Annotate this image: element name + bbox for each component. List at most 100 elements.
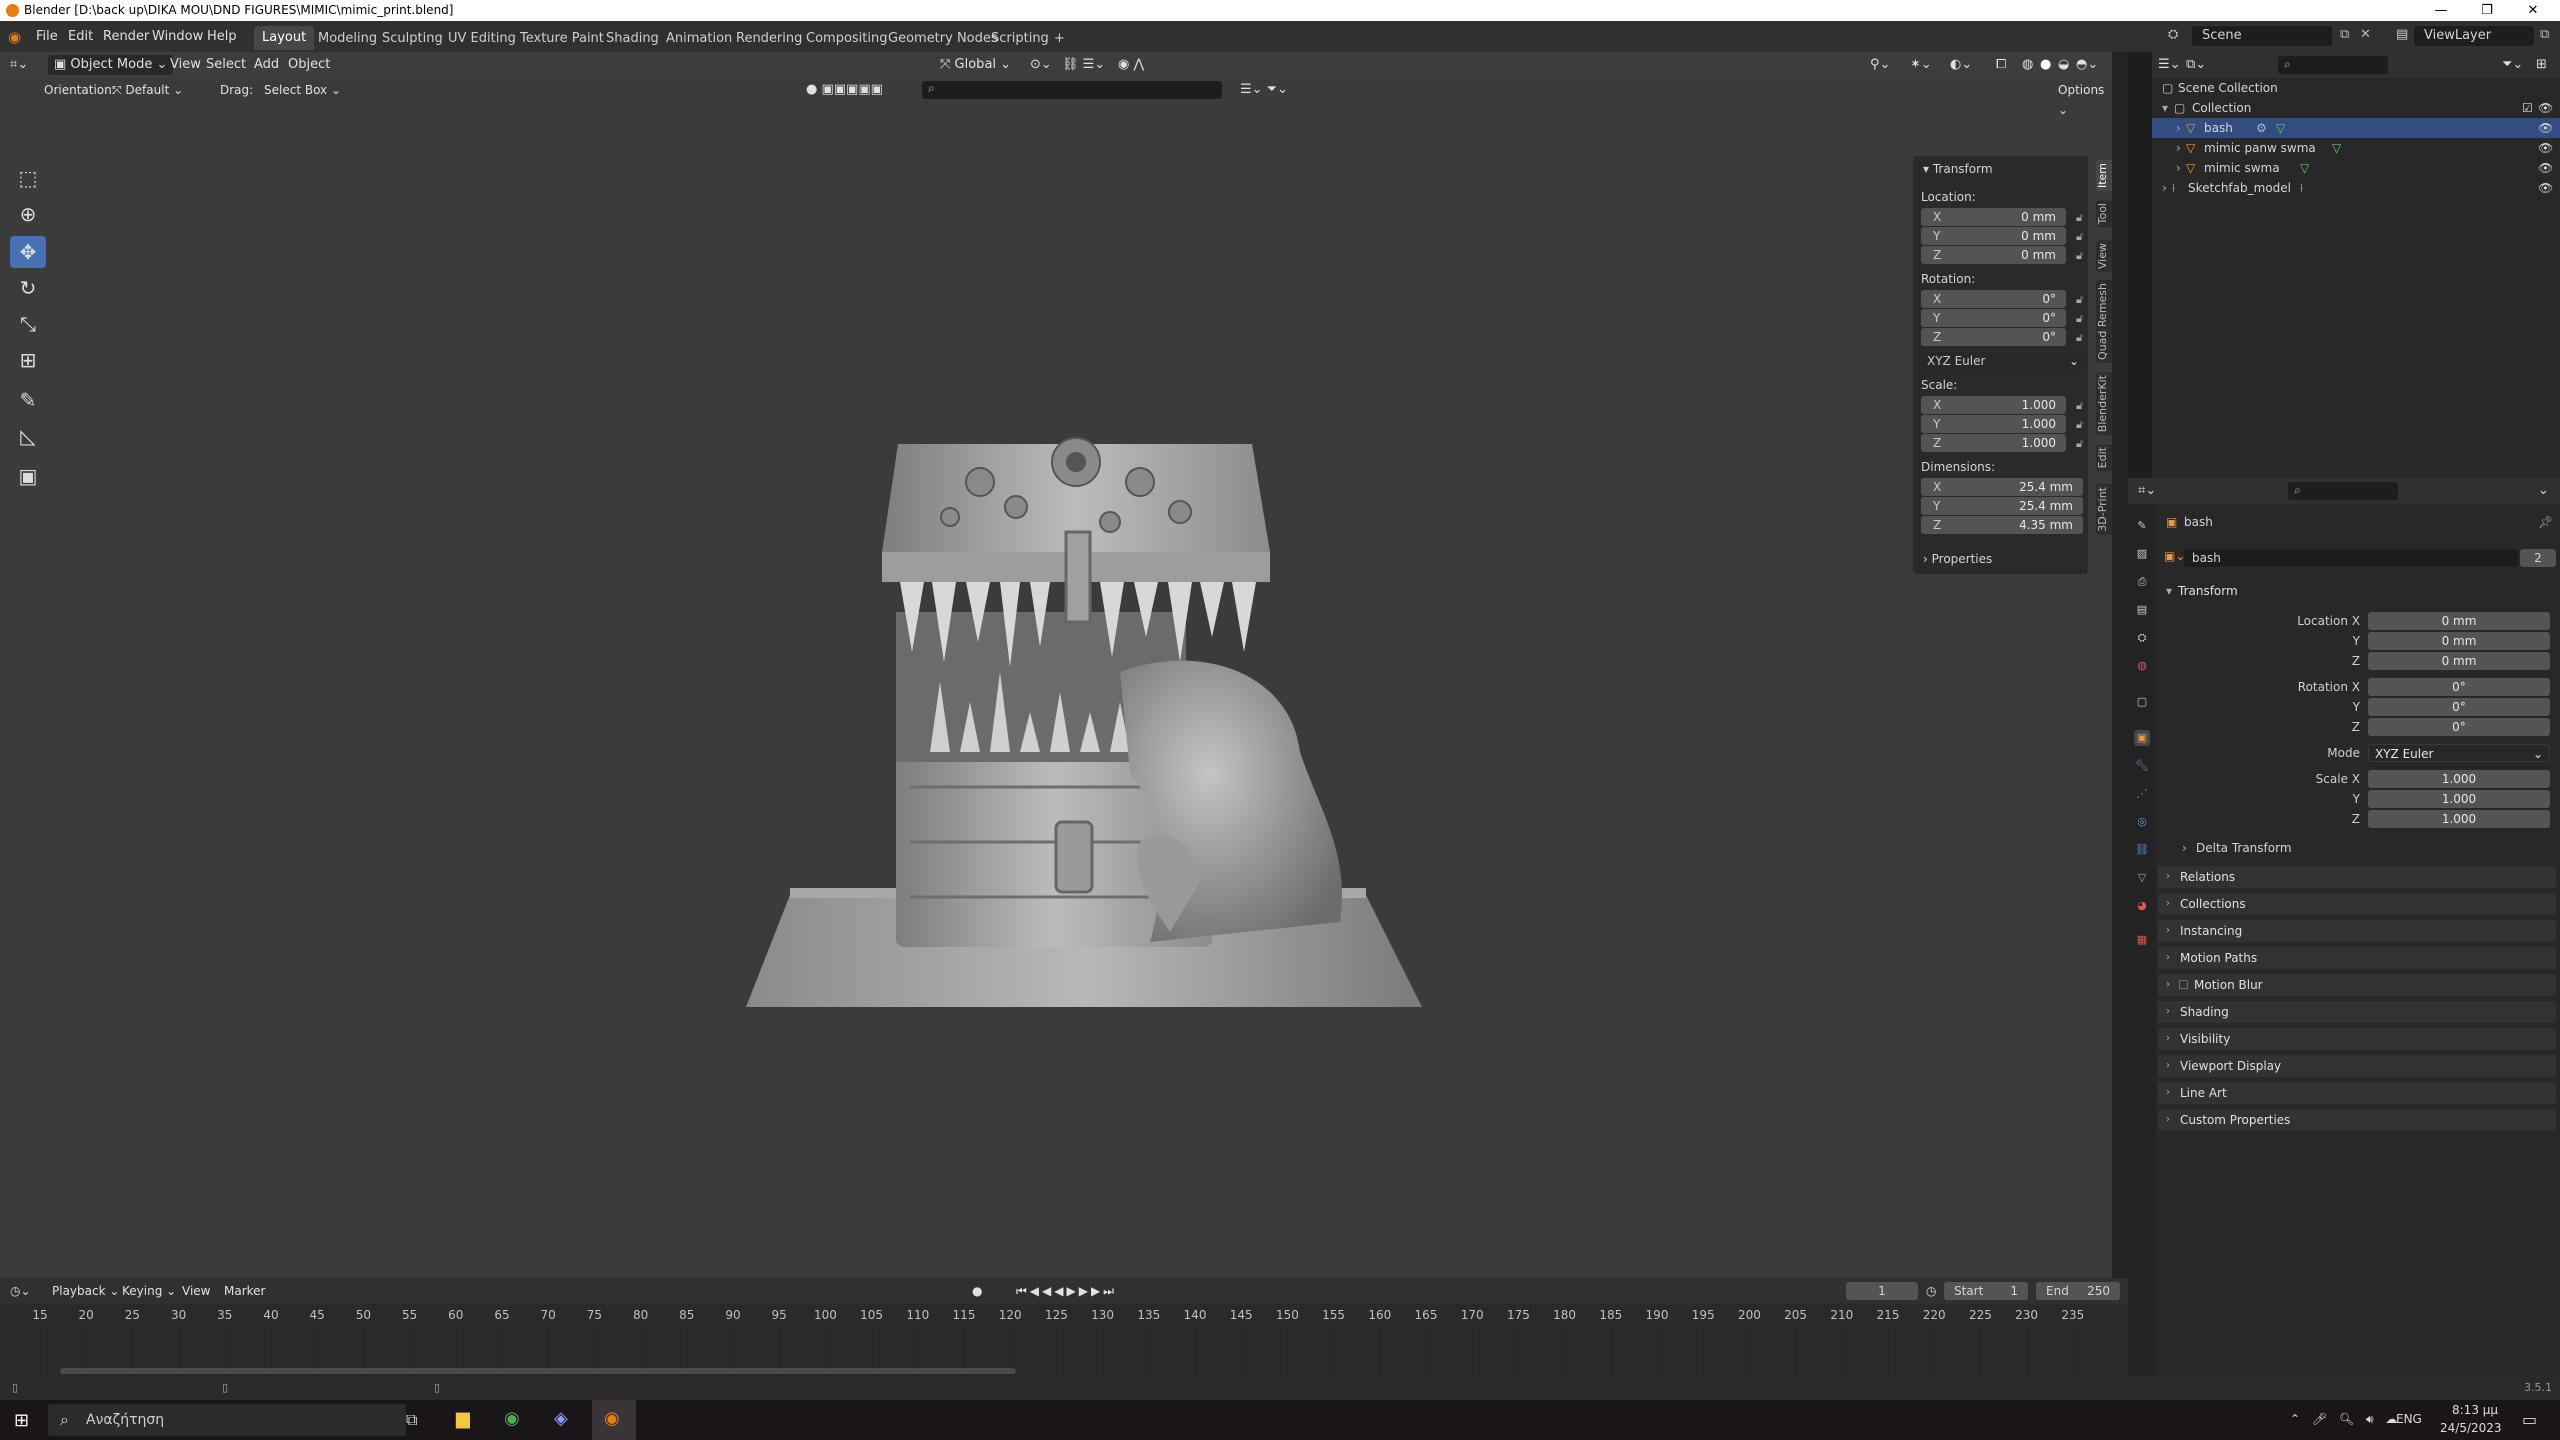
dimensions-x-field[interactable]: X 25.4 mm [1921,478,2083,496]
scene-name-field[interactable]: Scene [2192,26,2332,46]
lock-icon[interactable]: 🔓︎ [2076,209,2088,224]
rotation-x-field[interactable]: X 0° 🔓︎ [1921,290,2083,308]
preview-range-icon[interactable]: ◷ [1926,1281,1936,1301]
outliner-search-input[interactable]: ⌕ [2278,56,2388,74]
annotate-tool[interactable]: ✎ [10,384,46,416]
rotation-z-input[interactable]: 0° [2368,718,2550,736]
xray-icon[interactable]: ⧠ [1996,55,2006,75]
add-cube-tool[interactable]: ▣ [10,460,46,492]
tool-tab-icon[interactable]: ✎ [2134,518,2150,534]
menu-edit[interactable]: Edit [68,27,93,47]
view-layer-field[interactable]: ViewLayer [2414,26,2534,46]
panel-custom-properties[interactable]: › Custom Properties [2158,1109,2556,1131]
location-y-input[interactable]: 0 mm [2368,632,2550,650]
filter-icon[interactable]: ⏷⌄ [2502,55,2523,75]
outliner-row-bash[interactable]: › ▽ bash ⚙ ▽ 👁︎ [2152,118,2560,138]
select-mode-icons[interactable]: ● ▣▣▣▣▣ [806,80,883,100]
eye-icon[interactable]: 👁︎ [2538,138,2553,158]
object-tab-icon[interactable]: ▣ [2134,730,2150,746]
material-shading-icon[interactable]: ◒ [2058,55,2069,75]
app-icon[interactable]: ◈ [554,1408,568,1429]
particles-tab-icon[interactable]: ⋰ [2134,786,2150,802]
select-box-tool[interactable]: ⬚ [10,162,46,194]
clock-date[interactable]: 24/5/2023 [2440,1421,2502,1435]
gizmo-icon[interactable]: ✶⌄ [1910,55,1932,75]
wireframe-shading-icon[interactable]: ◍ [2022,55,2033,75]
lock-icon[interactable]: 🔓︎ [2076,291,2088,306]
area-divider[interactable] [2128,52,2152,478]
blender-taskbar-button[interactable]: ◉ [592,1400,636,1440]
transform-orientation-dropdown[interactable]: ⤧ Global ⌄ [940,55,1011,75]
rotation-mode-dropdown[interactable]: XYZ Euler ⌄ [2368,744,2550,762]
menu-keying[interactable]: Keying ⌄ [122,1281,176,1301]
outliner-row-mimic-panw-swma[interactable]: › ▽ mimic panw swma ▽ 👁︎ [2152,138,2560,158]
panel-visibility[interactable]: › Visibility [2158,1028,2556,1050]
menu-window[interactable]: Window [152,27,203,47]
output-tab-icon[interactable]: ⎙ [2134,574,2150,590]
location-x-input[interactable]: 0 mm [2368,612,2550,630]
file-explorer-icon[interactable]: ▆ [456,1408,470,1429]
overlays-icon[interactable]: ◐⌄ [1950,55,1972,75]
new-collection-icon[interactable]: ⊞ [2536,55,2547,75]
render-tab-icon[interactable]: ▨ [2134,546,2150,562]
view-object-types-icon[interactable]: ⚲⌄ [1870,55,1890,75]
rotate-tool[interactable]: ↻ [10,272,46,304]
delete-scene-icon[interactable]: ✕ [2360,27,2371,42]
display-filter-icon[interactable]: ☰⌄ ⏷⌄ [1240,80,1288,100]
checkbox-icon[interactable]: ☐ [2178,974,2189,996]
panel-instancing[interactable]: › Instancing [2158,920,2556,942]
minimize-button[interactable]: — [2418,0,2464,21]
constraints-tab-icon[interactable]: ⛓ [2134,842,2150,858]
material-tab-icon[interactable]: ◕ [2134,898,2150,914]
scale-x-input[interactable]: 1.000 [2368,770,2550,788]
location-z-input[interactable]: 0 mm [2368,652,2550,670]
view-layer-icon[interactable]: ▤ [2396,27,2408,42]
menu-add[interactable]: Add [254,55,279,75]
menu-object[interactable]: Object [288,55,330,75]
start-frame-field[interactable]: Start 1 [1944,1282,2028,1300]
snap-icon[interactable]: ⛓ ☰⌄ [1062,55,1105,75]
checkbox-icon[interactable]: ☑ [2522,98,2533,118]
lock-icon[interactable]: 🔓︎ [2076,416,2088,431]
taskbar-search[interactable]: ⌕ Αναζήτηση [48,1404,406,1436]
scale-z-field[interactable]: Z 1.000 🔓︎ [1921,434,2083,452]
panel-collections[interactable]: › Collections [2158,893,2556,915]
current-frame-field[interactable]: 1 [1846,1282,1918,1300]
outliner-row-collection[interactable]: ▾ ▢ Collection ☑ 👁︎ [2152,98,2560,118]
menu-view[interactable]: View [170,55,201,75]
rotation-x-input[interactable]: 0° [2368,678,2550,696]
menu-timeline-view[interactable]: View [182,1281,210,1301]
solid-shading-icon[interactable]: ● [2040,55,2051,75]
scale-z-input[interactable]: 1.000 [2368,810,2550,828]
new-view-layer-icon[interactable]: ⧉ [2540,27,2549,42]
rotation-z-field[interactable]: Z 0° 🔓︎ [1921,328,2083,346]
chevron-down-icon[interactable]: ⌄ [2538,481,2549,501]
modifiers-tab-icon[interactable]: 🔧︎ [2134,758,2150,774]
eye-icon[interactable]: 👁︎ [2538,158,2553,178]
scene-tab-icon[interactable]: ⛭ [2134,630,2150,646]
add-workspace-button[interactable]: + [1046,27,1073,51]
menu-render[interactable]: Render [103,27,149,47]
menu-marker[interactable]: Marker [224,1281,265,1301]
panel-relations[interactable]: › Relations [2158,866,2556,888]
scale-tool[interactable]: ⤡ [10,308,46,340]
transform-panel-header[interactable]: ▾ Transform [1923,162,1993,176]
end-frame-field[interactable]: End 250 [2036,1282,2120,1300]
panel-viewport-display[interactable]: › Viewport Display [2158,1055,2556,1077]
timeline-scrollbar[interactable] [60,1368,1016,1374]
auto-keying-icon[interactable]: ● [972,1281,982,1301]
scale-x-field[interactable]: X 1.000 🔓︎ [1921,396,2083,414]
outliner-row-sketchfab-model[interactable]: › ⟊ Sketchfab_model ⟊ 👁︎ [2152,178,2560,198]
eye-icon[interactable]: 👁︎ [2538,178,2553,198]
cursor-tool[interactable]: ⊕ [10,198,46,230]
rotation-mode-dropdown[interactable]: XYZ Euler ⌄ [1921,352,2083,370]
panel-motion-blur[interactable]: › ☐ Motion Blur [2158,974,2556,996]
lock-icon[interactable]: 🔓︎ [2076,397,2088,412]
editor-type-icon[interactable]: ⌗⌄ [10,55,28,75]
close-button[interactable]: ✕ [2510,0,2556,21]
playback-controls[interactable]: ⏮◀◀◀▶▶▶⏭ [1016,1281,1117,1301]
menu-help[interactable]: Help [207,27,237,47]
outliner-row-scene-collection[interactable]: ▢ Scene Collection [2152,78,2560,98]
orientation-dropdown[interactable]: ⤧ Default ⌄ [112,80,183,100]
scene-icon[interactable]: ⛭ [2168,27,2178,42]
